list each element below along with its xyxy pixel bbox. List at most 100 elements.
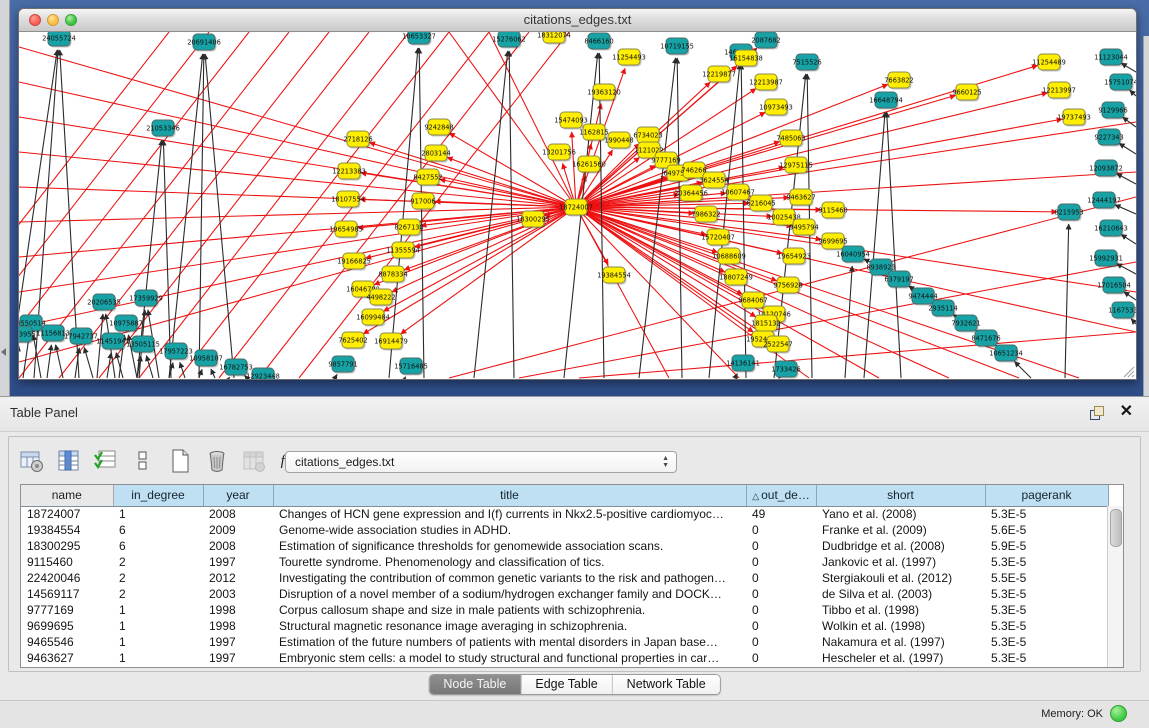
graph-node[interactable]: 15992931 — [1089, 250, 1123, 268]
graph-node[interactable]: 9242848 — [424, 119, 453, 137]
graph-node[interactable]: 12213383 — [332, 163, 366, 181]
table-cell[interactable]: 2008 — [203, 538, 273, 554]
table-column-select-icon[interactable] — [55, 447, 83, 475]
graph-node[interactable]: 18312074 — [537, 32, 571, 45]
table-settings-icon[interactable] — [18, 447, 46, 475]
table-cell[interactable]: Wolkin et al. (1998) — [816, 618, 985, 634]
table-row[interactable]: 1872400712008Changes of HCN gene express… — [21, 506, 1108, 522]
table-cell[interactable]: 5.3E-5 — [985, 634, 1108, 650]
network-canvas[interactable]: 1872400724055724206914061065332715276062… — [19, 32, 1136, 379]
table-cell[interactable]: 9465546 — [21, 634, 113, 650]
table-cell[interactable]: 0 — [746, 634, 816, 650]
table-cell[interactable]: 1997 — [203, 634, 273, 650]
graph-node[interactable]: 8215953 — [1054, 204, 1083, 222]
delete-table-icon[interactable] — [203, 447, 231, 475]
graph-node[interactable]: 8471676 — [971, 330, 1000, 348]
graph-node[interactable]: 10719155 — [660, 38, 694, 56]
east-panel-edge[interactable] — [1143, 36, 1149, 396]
table-cell[interactable]: 6 — [113, 522, 203, 538]
graph-node[interactable]: 2718126 — [343, 131, 372, 149]
graph-node[interactable]: 1815132 — [751, 315, 780, 333]
table-cell[interactable]: Nakamura et al. (1997) — [816, 634, 985, 650]
table-vertical-scrollbar[interactable] — [1107, 506, 1123, 667]
table-cell[interactable]: Disruption of a novel member of a sodium… — [273, 586, 746, 602]
table-cell[interactable]: 2 — [113, 586, 203, 602]
table-cell[interactable]: 14569117 — [21, 586, 113, 602]
graph-node[interactable]: 10653327 — [402, 32, 436, 46]
table-cell[interactable]: Hescheler et al. (1997) — [816, 650, 985, 666]
import-table-icon[interactable] — [240, 447, 268, 475]
table-cell[interactable]: 18724007 — [21, 506, 113, 522]
table-cell[interactable]: 9777169 — [21, 602, 113, 618]
graph-node[interactable]: 7986322 — [691, 206, 720, 224]
table-cell[interactable]: 5.3E-5 — [985, 650, 1108, 666]
tab-network-table[interactable]: Network Table — [613, 675, 720, 694]
graph-node[interactable]: 9684067 — [738, 292, 767, 310]
graph-node[interactable]: 3624554 — [699, 172, 728, 190]
graph-node[interactable]: 19166825 — [337, 253, 371, 271]
graph-node[interactable]: 19363120 — [587, 84, 621, 102]
table-cell[interactable]: Investigating the contribution of common… — [273, 570, 746, 586]
table-cell[interactable]: 2 — [113, 570, 203, 586]
table-cell[interactable]: 9115460 — [21, 554, 113, 570]
table-cell[interactable]: 5.6E-5 — [985, 522, 1108, 538]
panel-close-icon[interactable]: ✕ — [1120, 403, 1133, 421]
graph-node[interactable]: 1733426 — [771, 361, 800, 379]
table-cell[interactable]: 1 — [113, 650, 203, 666]
graph-node[interactable]: 16914479 — [374, 333, 408, 351]
table-cell[interactable]: 1997 — [203, 554, 273, 570]
table-cell[interactable]: 2 — [113, 554, 203, 570]
graph-node[interactable]: 11355594 — [386, 242, 420, 260]
table-cell[interactable]: 22420046 — [21, 570, 113, 586]
graph-node[interactable]: 15276062 — [492, 32, 526, 49]
graph-node[interactable]: 7932621 — [951, 315, 980, 333]
table-cell[interactable]: de Silva et al. (2003) — [816, 586, 985, 602]
table-cell[interactable]: Franke et al. (2009) — [816, 522, 985, 538]
graph-node[interactable]: 2087682 — [751, 32, 780, 50]
graph-node[interactable]: 15751074 — [1104, 74, 1136, 92]
table-cell[interactable]: 1998 — [203, 618, 273, 634]
table-cell[interactable]: 1 — [113, 634, 203, 650]
graph-node[interactable]: 7663822 — [884, 72, 913, 90]
table-cell[interactable]: 6 — [113, 538, 203, 554]
table-cell[interactable]: 2003 — [203, 586, 273, 602]
graph-node[interactable]: 17359929 — [129, 290, 163, 308]
graph-node[interactable]: 2803144 — [421, 145, 450, 163]
graph-node[interactable]: 917006 — [410, 193, 435, 211]
table-row[interactable]: 1456911722003Disruption of a novel membe… — [21, 586, 1108, 602]
table-row[interactable]: 1938455462009Genome-wide association stu… — [21, 522, 1108, 538]
graph-node[interactable]: 12219877 — [702, 66, 736, 84]
graph-node[interactable]: 12213987 — [749, 74, 783, 92]
column-header-title[interactable]: title — [273, 485, 746, 506]
tab-edge-table[interactable]: Edge Table — [521, 675, 612, 694]
graph-node[interactable]: 12975115 — [779, 157, 813, 175]
table-cell[interactable]: 5.3E-5 — [985, 602, 1108, 618]
table-selector-dropdown[interactable]: citations_edges.txt ▲▼ — [285, 451, 677, 473]
graph-node[interactable]: 7485063 — [776, 130, 805, 148]
table-row[interactable]: 969969511998Structural magnetic resonanc… — [21, 618, 1108, 634]
graph-node[interactable]: 10973493 — [759, 99, 793, 117]
graph-node[interactable]: 16099484 — [356, 309, 390, 327]
table-cell[interactable]: 5.3E-5 — [985, 586, 1108, 602]
graph-node[interactable]: 10651234 — [989, 345, 1023, 363]
panel-float-icon[interactable] — [1090, 406, 1105, 421]
table-row[interactable]: 2242004622012Investigating the contribut… — [21, 570, 1108, 586]
column-header-out_de[interactable]: △out_de… — [746, 485, 816, 506]
graph-node[interactable]: 6216045 — [746, 195, 775, 213]
graph-node[interactable]: 9756928 — [773, 277, 802, 295]
table-cell[interactable]: 5.5E-5 — [985, 570, 1108, 586]
graph-node[interactable]: 9463627 — [786, 189, 815, 207]
graph-node[interactable]: 11254493 — [612, 49, 646, 67]
column-header-pagerank[interactable]: pagerank — [985, 485, 1108, 506]
table-cell[interactable]: 0 — [746, 554, 816, 570]
table-row[interactable]: 946362711997Embryonic stem cells: a mode… — [21, 650, 1108, 666]
table-cell[interactable]: 2012 — [203, 570, 273, 586]
graph-node[interactable]: 7625402 — [338, 332, 367, 350]
graph-node[interactable]: 20691406 — [187, 34, 221, 52]
column-header-short[interactable]: short — [816, 485, 985, 506]
graph-node[interactable]: 8427552 — [413, 169, 442, 187]
graph-node[interactable]: 21053346 — [146, 120, 180, 138]
graph-node[interactable]: 19654923 — [777, 248, 811, 266]
table-row[interactable]: 977716911998Corpus callosum shape and si… — [21, 602, 1108, 618]
graph-node[interactable]: 11254489 — [1032, 54, 1066, 72]
